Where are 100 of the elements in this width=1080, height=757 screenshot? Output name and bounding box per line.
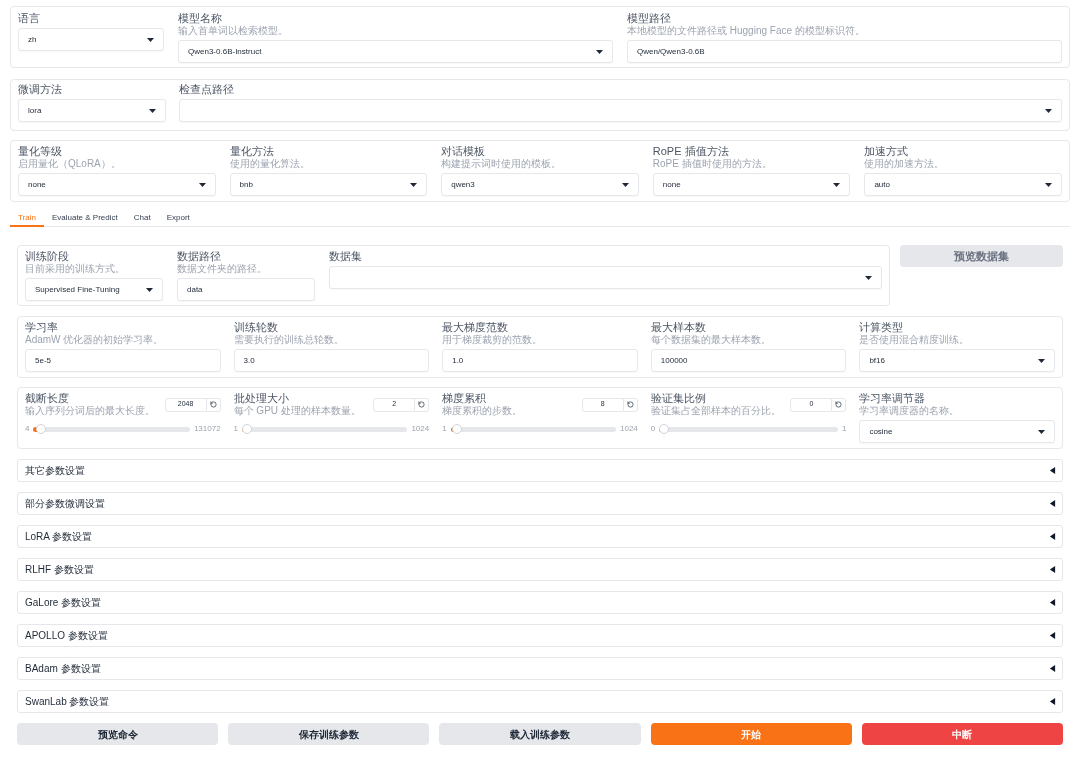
field-hint: 数据文件夹的路径。 [177, 263, 267, 275]
field-label: 量化方法 [229, 145, 274, 158]
field-label: 截断长度 [25, 392, 69, 405]
circular-arrow-icon [626, 401, 634, 408]
field-hint: 验证集占全部样本的百分比。 [650, 405, 781, 417]
caret-icon [833, 182, 841, 187]
caret-icon [1045, 108, 1052, 113]
action-button[interactable]: 载入训练参数 [439, 723, 641, 745]
field-hint: 学习率调度器的名称。 [859, 405, 960, 417]
circular-arrow-icon [209, 401, 217, 408]
field-label: 批处理大小 [233, 392, 289, 405]
dropdown[interactable]: zh [18, 28, 164, 51]
field-hint: 每个数据集的最大样本数。 [650, 334, 771, 346]
slider-max-label: 1024 [411, 424, 430, 434]
slider-track[interactable] [450, 426, 616, 432]
caret-icon [410, 182, 418, 187]
field-hint: 每个 GPU 处理的样本数量。 [233, 405, 361, 417]
accordion-header[interactable]: SwanLab 参数设置 [17, 690, 1063, 713]
dropdown[interactable] [329, 266, 882, 289]
slider-thumb[interactable] [35, 424, 46, 434]
field-hint: RoPE 插值时使用的方法。 [652, 158, 772, 170]
reset-button[interactable] [415, 397, 430, 412]
caret-icon [146, 287, 153, 292]
accordion-header[interactable]: LoRA 参数设置 [17, 525, 1063, 548]
caret-icon [149, 108, 156, 113]
slider-track[interactable] [33, 426, 190, 432]
caret-icon [621, 182, 629, 187]
field-hint: 使用的量化算法。 [229, 158, 310, 170]
slider-max-label: 1024 [620, 424, 638, 434]
field-label: 学习率调节器 [859, 392, 926, 405]
field-label: 训练阶段 [25, 250, 69, 263]
slider-track[interactable] [659, 426, 838, 432]
field-hint: 启用量化（QLoRA）。 [18, 158, 121, 170]
field-label: RoPE 插值方法 [652, 145, 729, 158]
dropdown[interactable]: lora [18, 99, 166, 122]
input-field[interactable]: 5e-5 [25, 349, 221, 372]
accordion-header[interactable]: GaLore 参数设置 [17, 591, 1063, 614]
field-hint: 构建提示词时使用的模板。 [441, 158, 562, 170]
field-hint: 用于梯度裁剪的范数。 [442, 334, 543, 346]
accordion-header[interactable]: 部分参数微调设置 [17, 492, 1063, 515]
dropdown[interactable]: none [652, 173, 851, 196]
accordion-header[interactable]: RLHF 参数设置 [17, 558, 1063, 581]
reset-button[interactable] [832, 397, 847, 412]
field-label: 最大样本数 [650, 321, 706, 334]
input-field[interactable]: 100000 [650, 349, 847, 372]
field-label: 训练轮数 [233, 321, 278, 334]
caret-icon [865, 275, 872, 280]
dropdown[interactable]: qwen3 [441, 173, 639, 196]
slider-max-label: 131072 [193, 424, 221, 434]
field-hint: 本地模型的文件路径或 Hugging Face 的模型标识符。 [627, 25, 865, 37]
dropdown[interactable]: Supervised Fine-Tuning [25, 278, 163, 301]
slider-thumb[interactable] [451, 424, 462, 434]
slider-thumb[interactable] [659, 424, 670, 434]
input-field[interactable]: Qwen/Qwen3-0.6B [627, 40, 1062, 63]
field-hint: 是否使用混合精度训练。 [859, 334, 970, 346]
field-label: 语言 [18, 12, 40, 25]
slider-track[interactable] [242, 426, 408, 432]
dropdown[interactable]: Qwen3-0.6B-Instruct [178, 40, 613, 63]
caret-icon [198, 182, 206, 187]
field-label: 数据路径 [177, 250, 221, 263]
field-label: 检查点路径 [179, 83, 234, 96]
slider-thumb[interactable] [242, 424, 253, 434]
field-label: 计算类型 [859, 321, 904, 334]
field-label: 模型名称 [178, 12, 222, 25]
dropdown[interactable]: auto [864, 173, 1062, 196]
field-hint: 输入首单词以检索模型。 [178, 25, 288, 37]
caret-icon [147, 37, 154, 42]
field-label: 对话模板 [441, 145, 486, 158]
accordion-header[interactable]: BAdam 参数设置 [17, 657, 1063, 680]
action-button[interactable]: 中断 [861, 723, 1063, 745]
accordion-header[interactable]: 其它参数设置 [17, 459, 1063, 482]
slider-min-label: 0 [650, 424, 656, 434]
field-hint: 输入序列分词后的最大长度。 [25, 405, 155, 417]
field-label: 模型路径 [627, 12, 671, 25]
dropdown[interactable] [179, 99, 1062, 122]
dropdown[interactable]: bnb [229, 173, 428, 196]
slider-min-label: 1 [442, 424, 447, 434]
action-button[interactable]: 保存训练参数 [228, 723, 430, 745]
slider-min-label: 4 [25, 424, 30, 434]
dropdown[interactable]: bf16 [859, 349, 1055, 372]
circular-arrow-icon [835, 401, 843, 408]
caret-icon [1038, 429, 1045, 434]
field-label: 梯度累积 [442, 392, 487, 405]
field-hint: 目前采用的训练方式。 [25, 263, 125, 275]
input-field[interactable]: 3.0 [233, 349, 430, 372]
input-field[interactable]: 1.0 [442, 349, 638, 372]
field-hint: 使用的加速方法。 [864, 158, 945, 170]
circular-arrow-icon [418, 401, 426, 408]
field-label: 验证集比例 [650, 392, 706, 405]
field-label: 量化等级 [18, 145, 62, 158]
field-hint: 需要执行的训练总轮数。 [233, 334, 344, 346]
tab[interactable]: Evaluate & Predict [43, 210, 126, 227]
input-field[interactable]: data [177, 278, 315, 301]
caret-icon [1038, 358, 1045, 363]
dropdown[interactable]: cosine [859, 420, 1055, 443]
dropdown[interactable]: none [18, 173, 216, 196]
tab[interactable]: Chat [125, 210, 159, 227]
accordion-header[interactable]: APOLLO 参数设置 [17, 624, 1063, 647]
tab[interactable]: Export [158, 210, 198, 227]
action-button[interactable]: 预览命令 [17, 723, 219, 745]
